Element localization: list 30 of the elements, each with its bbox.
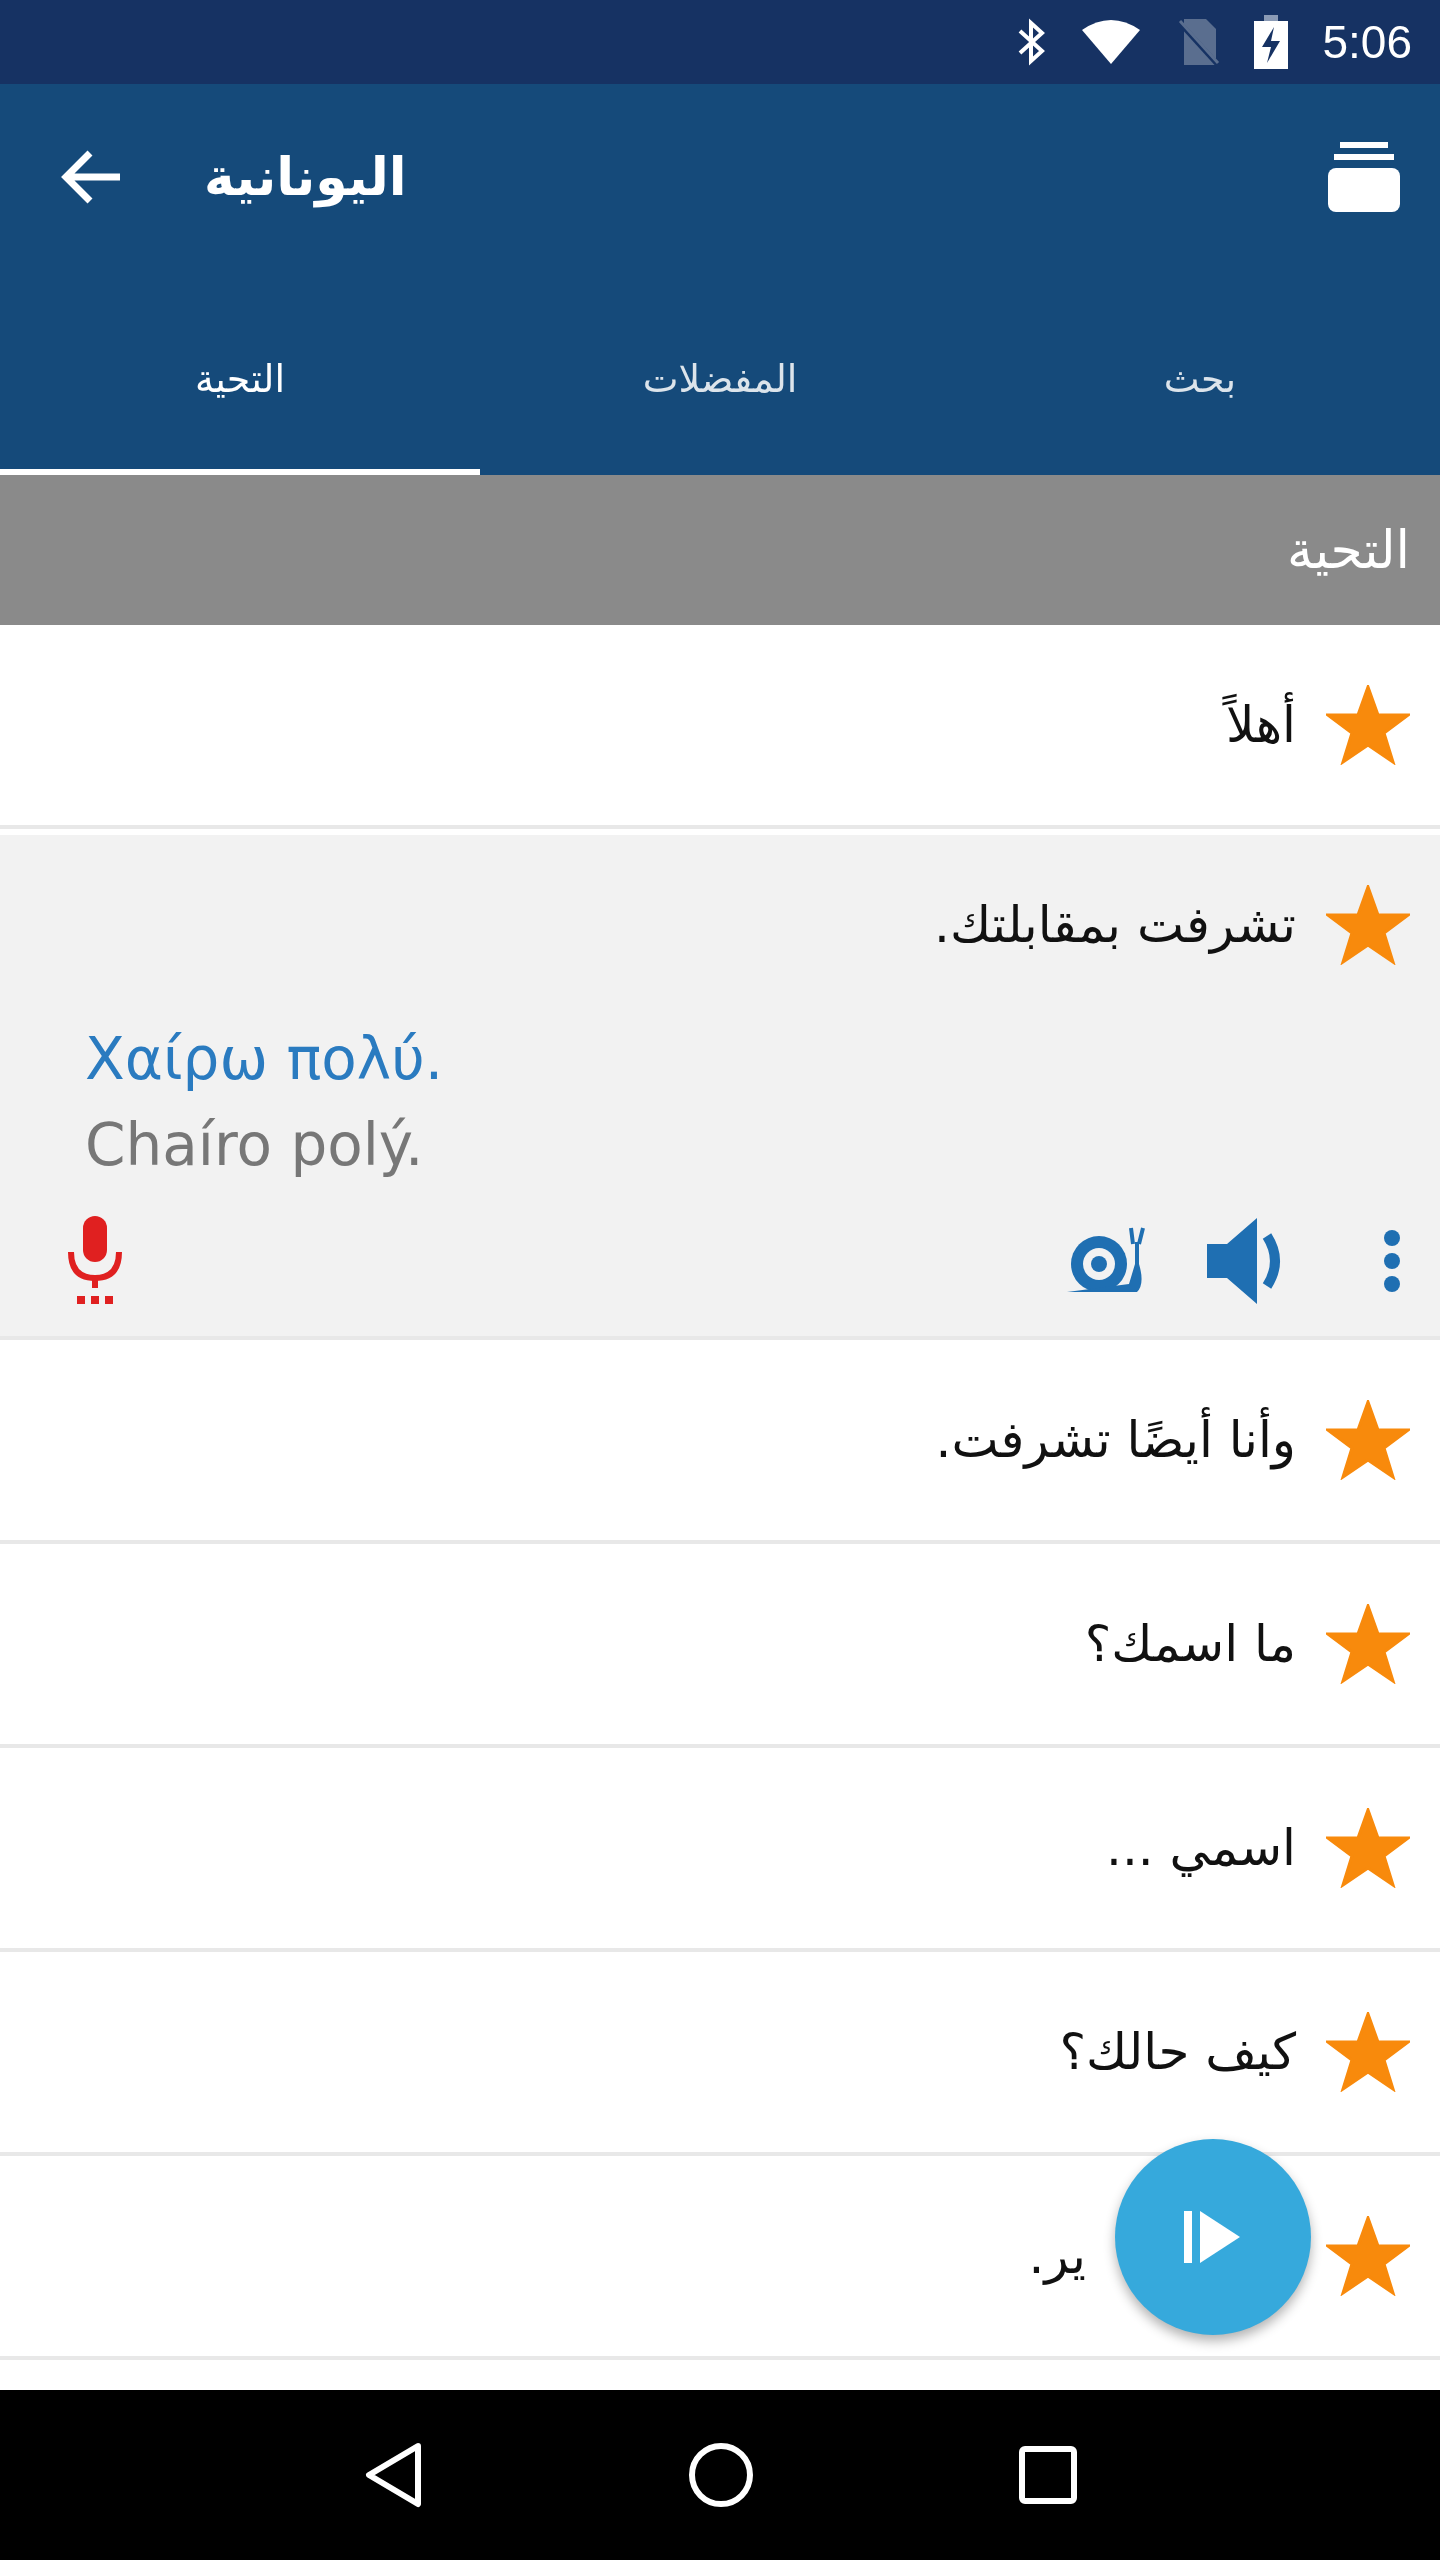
tab[interactable]: بحث (960, 270, 1440, 475)
app-title: اليونانية (204, 146, 407, 210)
bluetooth-icon (1016, 17, 1047, 67)
wifi-icon (1080, 18, 1143, 66)
phrase-text[interactable]: ما اسمك؟ (1084, 1606, 1296, 1682)
play-icon (1184, 2211, 1242, 2263)
clock-time: 5:06 (1322, 14, 1412, 70)
home-circle-icon[interactable] (688, 2442, 754, 2508)
phrase-text[interactable]: كيف حالك؟ (1059, 2014, 1296, 2090)
star-icon[interactable] (1326, 1604, 1410, 1685)
phrase-text[interactable]: اسمي ... (1106, 1810, 1296, 1886)
more-options-icon[interactable] (1384, 1230, 1400, 1293)
tab[interactable]: المفضلات (480, 270, 960, 475)
battery-charging-icon (1254, 15, 1289, 69)
transliteration: Chaíro polý. (85, 1109, 425, 1181)
recent-apps-square-icon[interactable] (1019, 2446, 1078, 2504)
no-sim-icon (1176, 17, 1221, 67)
section-title: التحية (1286, 519, 1410, 582)
flashcards-stack-icon[interactable] (1328, 142, 1400, 212)
greek-translation: Χαίρω πολύ. (85, 1024, 445, 1095)
star-icon[interactable] (1326, 1400, 1410, 1481)
star-icon[interactable] (1326, 2012, 1410, 2093)
phrase-text[interactable]: تشرفت بمقابلتك. (934, 887, 1296, 963)
microphone-icon[interactable] (65, 1216, 125, 1307)
phrase-text[interactable]: وأنا أيضًا تشرفت. (935, 1402, 1296, 1478)
phrase-text[interactable]: ير. (1028, 2218, 1086, 2294)
star-icon[interactable] (1326, 2216, 1410, 2297)
star-icon[interactable] (1326, 685, 1410, 765)
star-icon[interactable] (1326, 885, 1410, 965)
star-icon[interactable] (1326, 1808, 1410, 1889)
